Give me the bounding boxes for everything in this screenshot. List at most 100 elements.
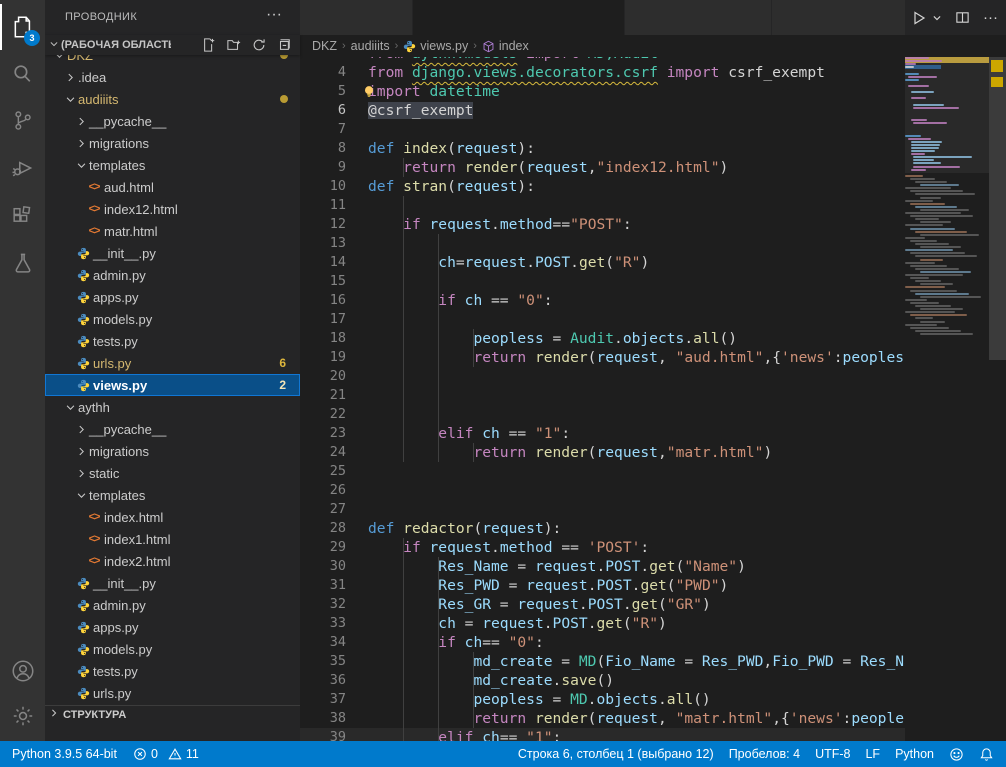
tree-item-tests-py[interactable]: tests.py bbox=[45, 330, 300, 352]
scrollbar-thumb[interactable] bbox=[989, 57, 1006, 360]
code-line-21[interactable]: 21 bbox=[300, 386, 905, 405]
tree-item-dkz[interactable]: DKZ bbox=[45, 55, 300, 66]
code-line-15[interactable]: 15 bbox=[300, 272, 905, 291]
tree-item-admin-py[interactable]: admin.py bbox=[45, 264, 300, 286]
tree-item-templates[interactable]: templates bbox=[45, 484, 300, 506]
code-line-8[interactable]: 8def index(request): bbox=[300, 139, 905, 158]
tree-item-admin-py[interactable]: admin.py bbox=[45, 594, 300, 616]
tree-item-aythh[interactable]: aythh bbox=[45, 396, 300, 418]
code-line-23[interactable]: 23 elif ch == "1": bbox=[300, 424, 905, 443]
split-editor-icon[interactable] bbox=[955, 10, 970, 25]
code-line-29[interactable]: 29 if request.method == 'POST': bbox=[300, 538, 905, 557]
account-icon[interactable] bbox=[0, 648, 45, 694]
code-line-7[interactable]: 7 bbox=[300, 120, 905, 139]
run-debug-icon[interactable] bbox=[0, 145, 45, 191]
code-line-22[interactable]: 22 bbox=[300, 405, 905, 424]
tree-item-index1-html[interactable]: <>index1.html bbox=[45, 528, 300, 550]
code-line-17[interactable]: 17 bbox=[300, 310, 905, 329]
tree-item-migrations[interactable]: migrations bbox=[45, 440, 300, 462]
tree-item--pycache-[interactable]: __pycache__ bbox=[45, 110, 300, 132]
tree-item-views-py[interactable]: views.py2 bbox=[45, 374, 300, 396]
code-line-38[interactable]: 38 return render(request, "matr.html",{'… bbox=[300, 709, 905, 728]
feedback-icon[interactable] bbox=[949, 747, 964, 762]
tree-item-static[interactable]: static bbox=[45, 462, 300, 484]
code-line-24[interactable]: 24 return render(request,"matr.html") bbox=[300, 443, 905, 462]
eol-setting[interactable]: LF bbox=[865, 747, 880, 761]
new-file-icon[interactable] bbox=[201, 37, 217, 53]
breadcrumb-item-index[interactable]: index bbox=[482, 39, 529, 53]
notifications-bell-icon[interactable] bbox=[979, 747, 994, 762]
code-line-14[interactable]: 14 ch=request.POST.get("R") bbox=[300, 253, 905, 272]
tree-item--idea[interactable]: .idea bbox=[45, 66, 300, 88]
code-line-32[interactable]: 32 Res_GR = request.POST.get("GR") bbox=[300, 595, 905, 614]
code-line-4[interactable]: 4from django.views.decorators.csrf impor… bbox=[300, 63, 905, 82]
tree-item-models-py[interactable]: models.py bbox=[45, 638, 300, 660]
tree-item-models-py[interactable]: models.py bbox=[45, 308, 300, 330]
tree-item-matr-html[interactable]: <>matr.html bbox=[45, 220, 300, 242]
breadcrumb-item-dkz[interactable]: DKZ bbox=[312, 39, 337, 53]
language-mode[interactable]: Python bbox=[895, 747, 934, 761]
code-line-9[interactable]: 9 return render(request,"index12.html") bbox=[300, 158, 905, 177]
tree-item-tests-py[interactable]: tests.py bbox=[45, 660, 300, 682]
python-interpreter[interactable]: Python 3.9.5 64-bit bbox=[12, 747, 117, 761]
tree-item-index-html[interactable]: <>index.html bbox=[45, 506, 300, 528]
overview-ruler-scrollbar[interactable] bbox=[989, 35, 1006, 741]
tree-item--init-py[interactable]: __init__.py bbox=[45, 242, 300, 264]
run-button[interactable] bbox=[911, 10, 927, 26]
tree-item-apps-py[interactable]: apps.py bbox=[45, 616, 300, 638]
problems-indicator[interactable]: 0 11 bbox=[133, 747, 199, 761]
tree-item-urls-py[interactable]: urls.py bbox=[45, 682, 300, 704]
minimap[interactable] bbox=[905, 35, 989, 741]
tree-item-audiiits[interactable]: audiiits bbox=[45, 88, 300, 110]
encoding[interactable]: UTF-8 bbox=[815, 747, 850, 761]
indentation-setting[interactable]: Пробелов: 4 bbox=[729, 747, 800, 761]
code-line-28[interactable]: 28def redactor(request): bbox=[300, 519, 905, 538]
tree-item--init-py[interactable]: __init__.py bbox=[45, 572, 300, 594]
code-line-5[interactable]: 5import datetime bbox=[300, 82, 905, 101]
cursor-position[interactable]: Строка 6, столбец 1 (выбрано 12) bbox=[518, 747, 714, 761]
workspace-section-header[interactable]: (РАБОЧАЯ ОБЛАСТЬ) ... bbox=[45, 35, 300, 55]
code-line-26[interactable]: 26 bbox=[300, 481, 905, 500]
code-line-16[interactable]: 16 if ch == "0": bbox=[300, 291, 905, 310]
new-folder-icon[interactable] bbox=[226, 37, 242, 53]
tree-item--pycache-[interactable]: __pycache__ bbox=[45, 418, 300, 440]
breadcrumb-item-audiiits[interactable]: audiiits bbox=[351, 39, 390, 53]
refresh-icon[interactable] bbox=[251, 37, 267, 53]
collapse-all-icon[interactable] bbox=[276, 37, 292, 53]
code-line-37[interactable]: 37 peopless = MD.objects.all() bbox=[300, 690, 905, 709]
code-line-6[interactable]: 6@csrf_exempt bbox=[300, 101, 905, 120]
code-line-30[interactable]: 30 Res_Name = request.POST.get("Name") bbox=[300, 557, 905, 576]
code-line-27[interactable]: 27 bbox=[300, 500, 905, 519]
lightbulb-icon[interactable] bbox=[362, 84, 376, 104]
code-line-19[interactable]: 19 return render(request, "aud.html",{'n… bbox=[300, 348, 905, 367]
code-line-33[interactable]: 33 ch = request.POST.get("R") bbox=[300, 614, 905, 633]
sidebar-more-actions-icon[interactable]: ··· bbox=[266, 6, 282, 24]
code-editor[interactable]: 3from aythh.models import MD,Audit4from … bbox=[300, 0, 905, 741]
source-control-icon[interactable] bbox=[0, 97, 45, 143]
tree-item-migrations[interactable]: migrations bbox=[45, 132, 300, 154]
tree-item-aud-html[interactable]: <>aud.html bbox=[45, 176, 300, 198]
run-dropdown-chevron-icon[interactable] bbox=[932, 13, 942, 23]
code-line-10[interactable]: 10def stran(request): bbox=[300, 177, 905, 196]
code-line-12[interactable]: 12 if request.method=="POST": bbox=[300, 215, 905, 234]
extensions-icon[interactable] bbox=[0, 193, 45, 239]
code-line-34[interactable]: 34 if ch== "0": bbox=[300, 633, 905, 652]
tree-item-templates[interactable]: templates bbox=[45, 154, 300, 176]
explorer-icon[interactable]: 3 bbox=[0, 4, 45, 50]
breadcrumb-item-views-py[interactable]: views.py bbox=[403, 39, 468, 53]
more-actions-icon[interactable]: ··· bbox=[983, 9, 998, 26]
settings-gear-icon[interactable] bbox=[0, 693, 45, 739]
tree-item-urls-py[interactable]: urls.py6 bbox=[45, 352, 300, 374]
code-line-35[interactable]: 35 md_create = MD(Fio_Name = Res_PWD,Fio… bbox=[300, 652, 905, 671]
tree-item-index2-html[interactable]: <>index2.html bbox=[45, 550, 300, 572]
code-line-39[interactable]: 39 elif ch== "1": bbox=[300, 728, 905, 741]
testing-icon[interactable] bbox=[0, 240, 45, 286]
tree-item-index12-html[interactable]: <>index12.html bbox=[45, 198, 300, 220]
search-icon[interactable] bbox=[0, 50, 45, 96]
code-line-31[interactable]: 31 Res_PWD = request.POST.get("PWD") bbox=[300, 576, 905, 595]
code-line-11[interactable]: 11 bbox=[300, 196, 905, 215]
code-line-25[interactable]: 25 bbox=[300, 462, 905, 481]
code-line-20[interactable]: 20 bbox=[300, 367, 905, 386]
code-line-13[interactable]: 13 bbox=[300, 234, 905, 253]
code-line-18[interactable]: 18 peopless = Audit.objects.all() bbox=[300, 329, 905, 348]
